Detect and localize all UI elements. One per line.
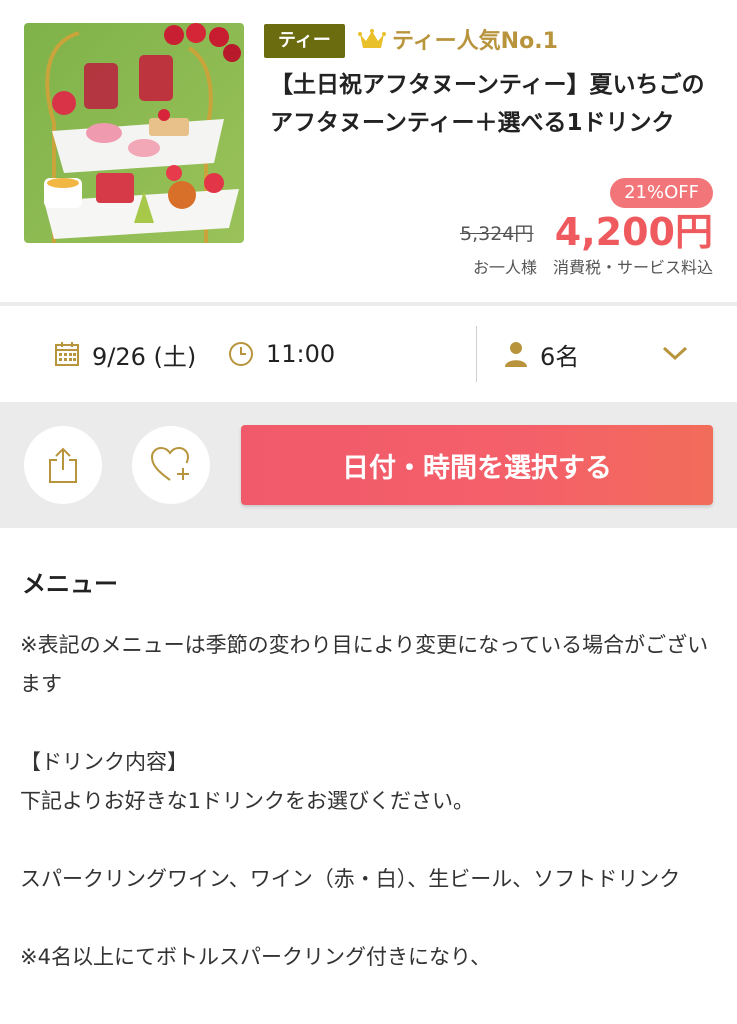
crown-icon xyxy=(358,29,386,48)
heart-plus-icon xyxy=(150,446,190,481)
menu-note: ※表記のメニューは季節の変わり目により変更になっている場合がございます xyxy=(20,633,709,696)
sale-price: 4,200円 xyxy=(554,210,713,254)
person-icon xyxy=(505,342,527,367)
price-note: お一人様 消費税・サービス料込 xyxy=(472,258,713,277)
party-size-value: 6名 xyxy=(540,342,580,371)
date-value: 9/26 (土) xyxy=(92,342,197,371)
share-button[interactable] xyxy=(24,426,102,504)
time-selector[interactable]: 11:00 xyxy=(228,336,335,372)
popularity-rank: ティー人気No.1 xyxy=(392,29,558,54)
page: ティー ティー人気No.1 【土日祝アフタヌーンティー】夏いちごのアフタヌーンテ… xyxy=(0,0,737,1024)
favorite-button[interactable] xyxy=(132,426,210,504)
action-bar: 日付・時間を選択する xyxy=(0,402,737,528)
share-icon xyxy=(49,447,77,483)
calendar-icon xyxy=(55,342,79,366)
clock-icon xyxy=(229,342,253,366)
chevron-down-icon[interactable] xyxy=(662,344,688,362)
drink-options: スパークリングワイン、ワイン（赤・白）、生ビール、ソフトドリンク xyxy=(20,867,681,891)
menu-section: メニュー ※表記のメニューは季節の変わり目により変更になっている場合がございます… xyxy=(0,528,737,1024)
time-value: 11:00 xyxy=(266,340,336,368)
discount-badge: 21%OFF xyxy=(610,178,713,208)
menu-description: ※表記のメニューは季節の変わり目により変更になっている場合がございます 【ドリン… xyxy=(20,626,720,977)
select-datetime-button[interactable]: 日付・時間を選択する xyxy=(241,425,713,505)
original-price: 5,324円 xyxy=(460,223,534,245)
product-card[interactable]: ティー ティー人気No.1 【土日祝アフタヌーンティー】夏いちごのアフタヌーンテ… xyxy=(0,0,737,304)
party-size-selector[interactable]: 6名 xyxy=(504,336,579,372)
product-title[interactable]: 【土日祝アフタヌーンティー】夏いちごのアフタヌーンティー＋選べる1ドリンク xyxy=(270,66,720,142)
divider xyxy=(476,326,477,382)
reservation-bar: 9/26 (土) 11:00 6名 xyxy=(0,306,737,402)
category-badge: ティー xyxy=(264,24,345,58)
drink-instruction: 下記よりお好きな1ドリンクをお選びください。 xyxy=(20,789,474,813)
date-selector[interactable]: 9/26 (土) xyxy=(54,336,196,372)
menu-heading: メニュー xyxy=(22,570,118,598)
group-note: ※4名以上にてボトルスパークリング付きになり、 xyxy=(20,945,492,969)
product-image xyxy=(24,23,244,243)
drink-heading: 【ドリンク内容】 xyxy=(20,750,188,774)
